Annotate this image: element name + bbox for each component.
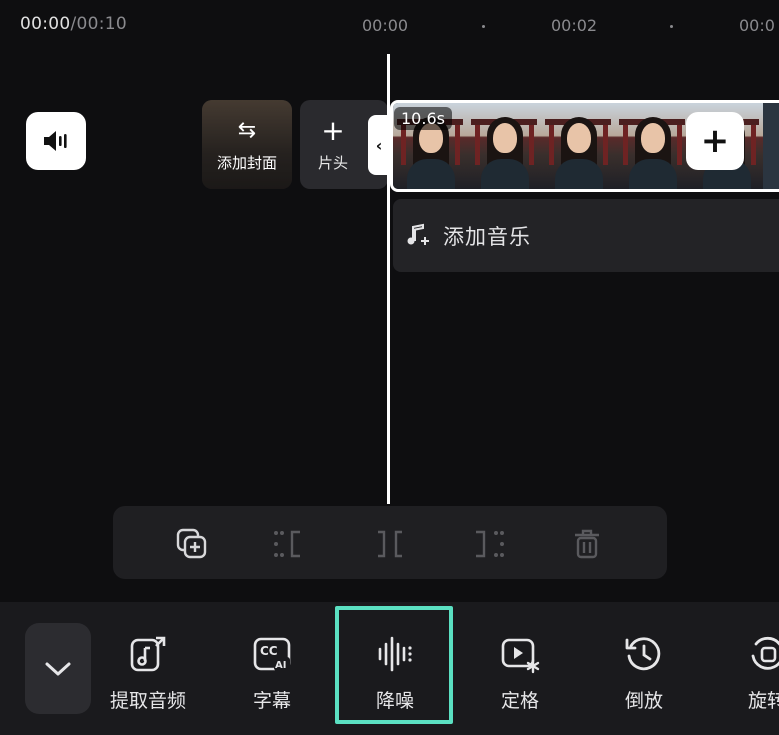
add-cover-label: 添加封面: [216, 154, 277, 172]
cc-ai-icon: CC AI: [253, 637, 291, 671]
swap-icon: ⇆: [237, 118, 257, 143]
ruler-tick-dot: [482, 25, 485, 28]
svg-text:CC: CC: [260, 644, 278, 658]
action-label: 旋转: [748, 690, 779, 712]
extract-audio-icon: [130, 636, 166, 672]
music-note-add-icon: [407, 223, 429, 245]
add-music-label: 添加音乐: [443, 225, 531, 249]
ruler-tick-dot: [670, 25, 673, 28]
action-captions[interactable]: CC AI 字幕: [217, 622, 327, 722]
edit-toolbar: [113, 506, 667, 579]
action-label: 定格: [500, 690, 539, 712]
cover-thumbnail-overlay: [202, 100, 292, 189]
selected-action-highlight: [335, 606, 453, 724]
ruler-tick-label: 00:0: [739, 16, 775, 35]
speaker-mute-icon: [44, 131, 67, 151]
ruler-tick-label: 00:00: [362, 16, 409, 35]
action-label: 倒放: [624, 690, 663, 712]
svg-text:AI: AI: [275, 660, 286, 671]
action-extract-audio[interactable]: 提取音频: [93, 622, 203, 722]
trash-icon[interactable]: [569, 526, 605, 562]
clip-frame-thumbnail: [541, 103, 615, 189]
action-reverse[interactable]: 倒放: [589, 622, 699, 722]
add-music-track[interactable]: 添加音乐: [393, 199, 779, 272]
action-label: 提取音频: [109, 690, 186, 712]
reverse-clock-icon: [625, 637, 661, 671]
clip-frame-thumbnail: [615, 103, 689, 189]
action-label: 字幕: [252, 690, 291, 712]
clip-frame-thumbnail: [467, 103, 541, 189]
current-time: 00:00: [20, 14, 71, 34]
mute-audio-button[interactable]: [26, 112, 86, 170]
chevron-down-icon: [45, 662, 71, 675]
action-rotate[interactable]: 旋转: [713, 622, 779, 722]
plus-icon: +: [700, 121, 730, 161]
freeze-frame-icon: [501, 638, 540, 674]
ruler-tick-label: 00:02: [551, 16, 598, 35]
trim-left-icon[interactable]: [272, 526, 308, 562]
trim-right-icon[interactable]: [470, 526, 506, 562]
total-time: /00:10: [70, 14, 128, 34]
duplicate-icon[interactable]: [174, 526, 210, 562]
chevron-left-icon: ‹: [375, 135, 383, 155]
split-icon[interactable]: [372, 526, 408, 562]
collapse-button[interactable]: [25, 623, 91, 714]
action-freeze-frame[interactable]: 定格: [465, 622, 575, 722]
clip-duration-badge: 10.6s: [394, 107, 452, 130]
add-clip-button[interactable]: +: [686, 112, 744, 170]
playback-timecode: 00:00/00:10: [20, 14, 127, 34]
add-cover-button[interactable]: ⇆ 添加封面: [202, 100, 292, 189]
playhead[interactable]: [387, 54, 390, 504]
plus-icon: +: [321, 114, 345, 147]
add-intro-label: 片头: [317, 154, 348, 172]
rotate-icon: [751, 636, 779, 670]
